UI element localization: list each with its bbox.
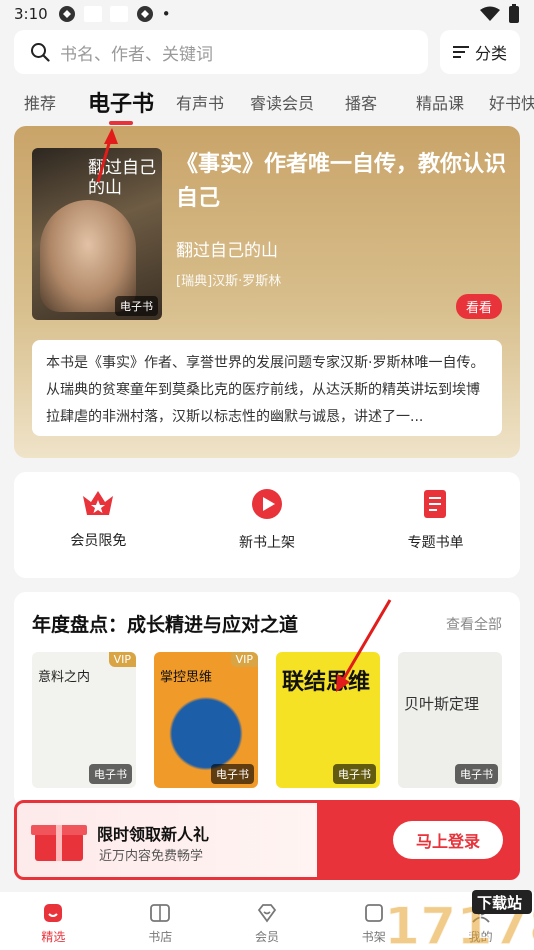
- ebook-tag: 电子书: [89, 764, 132, 784]
- search-row: 书名、作者、关键词 分类: [14, 30, 520, 74]
- search-input[interactable]: 书名、作者、关键词: [14, 30, 428, 74]
- home-icon: [44, 904, 63, 922]
- battery-icon: [509, 4, 519, 23]
- category-label: 分类: [474, 44, 507, 63]
- nav-bookstore[interactable]: 书店: [107, 892, 214, 950]
- notification-square-icon: [109, 6, 128, 22]
- feature-shortcuts: 会员限免 新书上架 专题书单: [14, 472, 520, 578]
- vip-badge: VIP: [230, 652, 258, 667]
- more-dot-icon: •: [161, 5, 171, 23]
- status-system-icons: [480, 4, 520, 24]
- active-tab-indicator: [109, 121, 133, 125]
- book-cover-text: 联结思维: [282, 670, 371, 695]
- ebook-tag: 电子书: [455, 764, 498, 784]
- feature-new-books[interactable]: 新书上架: [183, 472, 352, 578]
- app-notification-icon: [136, 6, 153, 22]
- vip-icon: [257, 904, 277, 923]
- login-button[interactable]: 马上登录: [393, 821, 503, 859]
- read-button[interactable]: 看看: [455, 294, 502, 319]
- tab-audiobook[interactable]: 有声书: [176, 90, 224, 114]
- notification-square-icon: [83, 6, 102, 22]
- tab-good-books[interactable]: 好书快: [489, 90, 534, 114]
- see-all-link[interactable]: 查看全部: [446, 614, 502, 634]
- status-bar: 3:10 •: [0, 0, 534, 28]
- book-cover-text: 掌控思维: [160, 670, 213, 685]
- featured-description: 本书是《事实》作者、享誉世界的发展问题专家汉斯·罗斯林唯一自传。从瑞典的贫寒童年…: [32, 340, 502, 436]
- watermark-logo: 17178 下载站: [383, 890, 534, 950]
- status-notification-icons: •: [58, 5, 171, 23]
- feature-label: 专题书单: [407, 535, 464, 551]
- nav-featured[interactable]: 精选: [0, 892, 107, 950]
- featured-book-card[interactable]: 翻过自己的山 电子书 《事实》作者唯一自传，教你认识自己 翻过自己的山 [瑞典]…: [14, 126, 520, 458]
- tab-premium-course[interactable]: 精品课: [416, 90, 464, 114]
- bookstore-icon: [150, 904, 171, 922]
- svg-text:下载站: 下载站: [477, 894, 522, 912]
- tab-recommend[interactable]: 推荐: [24, 90, 56, 114]
- book-item[interactable]: 联结思维 电子书: [276, 652, 380, 788]
- app-notification-icon: [58, 6, 75, 22]
- feature-member-free[interactable]: 会员限免: [14, 472, 183, 578]
- new-user-gift-banner[interactable]: 限时领取新人礼 近万内容免费畅学 马上登录: [14, 800, 520, 880]
- feature-topic-list[interactable]: 专题书单: [351, 472, 520, 578]
- book-item[interactable]: 贝叶斯定理 电子书: [398, 652, 502, 788]
- category-button[interactable]: 分类: [440, 30, 520, 74]
- play-icon: [252, 489, 282, 519]
- status-time: 3:10: [14, 5, 48, 23]
- category-tabs: 推荐 电子书 有声书 睿读会员 播客 精品课 好书快: [0, 82, 534, 124]
- search-icon: [31, 43, 50, 62]
- feature-label: 新书上架: [239, 535, 295, 551]
- vip-badge: VIP: [108, 652, 136, 667]
- book-list-icon: [423, 490, 446, 518]
- promo-subtitle: 近万内容免费畅学: [99, 849, 204, 864]
- nav-label: 书店: [148, 930, 173, 944]
- cover-title: 翻过自己的山: [88, 158, 156, 198]
- book-cover-text: 意料之内: [38, 670, 91, 685]
- featured-book-cover[interactable]: 翻过自己的山 电子书: [32, 148, 162, 320]
- book-item[interactable]: 意料之内 VIP 电子书: [32, 652, 136, 788]
- tab-podcast[interactable]: 播客: [345, 90, 377, 114]
- search-placeholder: 书名、作者、关键词: [60, 44, 213, 65]
- featured-headline: 《事实》作者唯一自传，教你认识自己: [176, 152, 507, 211]
- ebook-tag: 电子书: [333, 764, 376, 784]
- promo-title: 限时领取新人礼: [97, 825, 210, 844]
- featured-author: [瑞典]汉斯·罗斯林: [176, 274, 282, 289]
- gift-box-icon: [31, 825, 87, 861]
- book-cover-text: 贝叶斯定理: [404, 695, 480, 713]
- ebook-tag: 电子书: [115, 296, 158, 316]
- nav-label: 精选: [41, 930, 66, 944]
- book-item[interactable]: 掌控思维 VIP 电子书: [154, 652, 258, 788]
- tab-membership[interactable]: 睿读会员: [250, 90, 314, 114]
- section-title: 年度盘点：成长精进与应对之道: [32, 614, 299, 636]
- wifi-icon: [480, 6, 500, 21]
- featured-book-title: 翻过自己的山: [176, 241, 278, 261]
- crown-icon: [83, 491, 114, 515]
- feature-label: 会员限免: [70, 533, 127, 549]
- menu-lines-icon: [452, 46, 469, 58]
- ebook-tag: 电子书: [211, 764, 254, 784]
- nav-label: 会员: [254, 930, 279, 944]
- annual-picks-section: 年度盘点：成长精进与应对之道 查看全部 意料之内 VIP 电子书 掌控思维 VI…: [14, 592, 520, 807]
- tab-ebook[interactable]: 电子书: [88, 86, 154, 118]
